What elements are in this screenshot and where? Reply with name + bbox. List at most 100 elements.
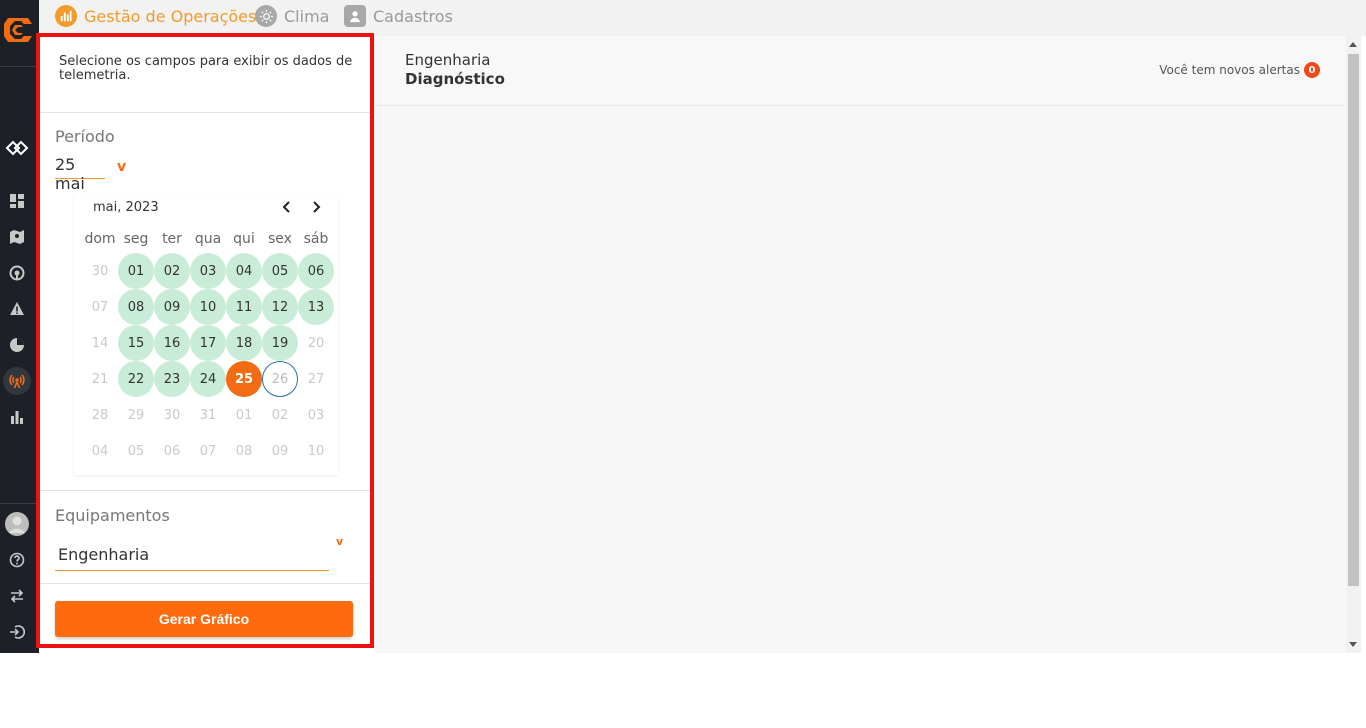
tab-clima[interactable]: Clima xyxy=(255,4,329,28)
weekday-header: qui xyxy=(233,231,255,247)
calendar-day: 29 xyxy=(127,407,145,423)
calendar-day: 30 xyxy=(163,407,181,423)
calendar-day[interactable]: 23 xyxy=(154,361,190,397)
tab-label: Clima xyxy=(284,6,330,26)
weekday-header: seg xyxy=(123,231,149,247)
panel-divider xyxy=(40,583,370,584)
alerts-text: Você tem novos alertas xyxy=(1159,63,1300,77)
filter-panel: Selecione os campos para exibir os dados… xyxy=(36,33,374,648)
calendar-day: 08 xyxy=(235,443,253,459)
warning-icon[interactable] xyxy=(3,295,31,323)
modules-icon[interactable] xyxy=(2,134,32,162)
main-content: Engenharia Diagnóstico Você tem novos al… xyxy=(374,36,1346,653)
weekday-header: ter xyxy=(162,231,182,247)
calendar-day: 03 xyxy=(307,407,325,423)
tab-label: Gestão de Operações xyxy=(84,6,257,26)
rail-divider-top xyxy=(0,66,39,67)
calendar-day[interactable]: 15 xyxy=(118,325,154,361)
calendar-day[interactable]: 03 xyxy=(190,253,226,289)
map-icon[interactable] xyxy=(3,223,31,251)
page-title: Diagnóstico xyxy=(405,70,505,88)
panel-divider xyxy=(40,112,370,113)
calendar-day: 28 xyxy=(91,407,109,423)
telemetry-icon[interactable] xyxy=(3,367,31,395)
bar-chart-icon[interactable] xyxy=(3,403,31,431)
calendar-day[interactable]: 25 xyxy=(226,361,262,397)
scroll-down-icon[interactable] xyxy=(1349,642,1357,647)
calendar-day[interactable]: 18 xyxy=(226,325,262,361)
calendar-day: 21 xyxy=(91,371,109,387)
calendar-day[interactable]: 09 xyxy=(154,289,190,325)
generate-chart-button[interactable]: Gerar Gráfico xyxy=(55,601,353,637)
calendar-day[interactable]: 01 xyxy=(118,253,154,289)
chevron-down-icon[interactable]: v xyxy=(117,159,126,175)
tab-cadastros[interactable]: Cadastros xyxy=(344,4,453,28)
calendar-day[interactable]: 04 xyxy=(226,253,262,289)
calendar-day: 07 xyxy=(199,443,217,459)
calendar-day: 01 xyxy=(235,407,253,423)
calendar-day: 09 xyxy=(271,443,289,459)
calendar-day: 06 xyxy=(163,443,181,459)
equipment-label: Equipamentos xyxy=(55,506,170,525)
calendar-day[interactable]: 16 xyxy=(154,325,190,361)
chevron-left-icon[interactable] xyxy=(277,195,297,219)
chevron-right-icon[interactable] xyxy=(306,195,326,219)
alerts-notice[interactable]: Você tem novos alertas 0 xyxy=(1159,62,1320,78)
calendar-day[interactable]: 10 xyxy=(190,289,226,325)
main-header: Engenharia Diagnóstico Você tem novos al… xyxy=(374,36,1346,106)
alerts-count-badge: 0 xyxy=(1304,62,1320,78)
calendar-day: 07 xyxy=(91,299,109,315)
brand-logo-icon[interactable] xyxy=(2,14,34,46)
calendar-day[interactable]: 08 xyxy=(118,289,154,325)
calendar-day: 02 xyxy=(271,407,289,423)
calendar-day: 14 xyxy=(91,335,109,351)
tab-label: Cadastros xyxy=(373,6,453,26)
pie-chart-icon[interactable] xyxy=(3,331,31,359)
calendar-day[interactable]: 11 xyxy=(226,289,262,325)
calendar-day[interactable]: 24 xyxy=(190,361,226,397)
weekday-header: dom xyxy=(84,231,116,247)
weekday-header: sáb xyxy=(303,231,329,247)
calendar-day[interactable]: 06 xyxy=(298,253,334,289)
speedometer-icon[interactable] xyxy=(3,259,31,287)
calendar-day[interactable]: 22 xyxy=(118,361,154,397)
panel-divider xyxy=(40,490,370,491)
scrollbar-thumb[interactable] xyxy=(1348,54,1359,586)
avatar[interactable] xyxy=(3,510,31,538)
breadcrumb-parent: Engenharia xyxy=(405,51,491,69)
top-nav: Gestão de Operações Clima Cadastros xyxy=(39,0,1366,36)
calendar-day[interactable]: 17 xyxy=(190,325,226,361)
weekday-header: sex xyxy=(268,231,292,247)
dashboard-icon[interactable] xyxy=(3,187,31,215)
swap-icon[interactable] xyxy=(3,582,31,610)
calendar-day: 30 xyxy=(91,263,109,279)
logout-icon[interactable] xyxy=(3,618,31,646)
help-icon[interactable] xyxy=(3,546,31,574)
scroll-up-icon[interactable] xyxy=(1349,42,1357,47)
user-icon xyxy=(344,5,366,27)
calendar-day[interactable]: 02 xyxy=(154,253,190,289)
equipment-select[interactable]: Engenharia xyxy=(55,545,329,571)
chart-bars-icon xyxy=(55,5,77,27)
app-root: Gestão de Operações Clima Cadastros Sele… xyxy=(0,0,1366,653)
calendar-day: 05 xyxy=(127,443,145,459)
calendar-day: 04 xyxy=(91,443,109,459)
sun-icon xyxy=(255,5,277,27)
icon-rail xyxy=(0,0,39,653)
calendar: mai, 2023 dom seg ter qua qui sex sáb 30 01 02 03… xyxy=(74,195,338,475)
calendar-day[interactable]: 19 xyxy=(262,325,298,361)
calendar-day: 20 xyxy=(307,335,325,351)
date-input[interactable]: 25 mai xyxy=(55,155,105,193)
calendar-day: 31 xyxy=(199,407,217,423)
panel-intro-text: Selecione os campos para exibir os dados… xyxy=(59,54,353,83)
calendar-month-label: mai, 2023 xyxy=(93,200,159,215)
scrollbar[interactable] xyxy=(1346,36,1361,653)
calendar-day[interactable]: 12 xyxy=(262,289,298,325)
calendar-day[interactable]: 05 xyxy=(262,253,298,289)
calendar-day[interactable]: 26 xyxy=(262,361,298,397)
tab-gestao-operacoes[interactable]: Gestão de Operações xyxy=(55,4,256,28)
calendar-day[interactable]: 13 xyxy=(298,289,334,325)
period-label: Período xyxy=(55,127,115,146)
calendar-day: 27 xyxy=(307,371,325,387)
chevron-down-icon[interactable]: v xyxy=(336,535,343,548)
